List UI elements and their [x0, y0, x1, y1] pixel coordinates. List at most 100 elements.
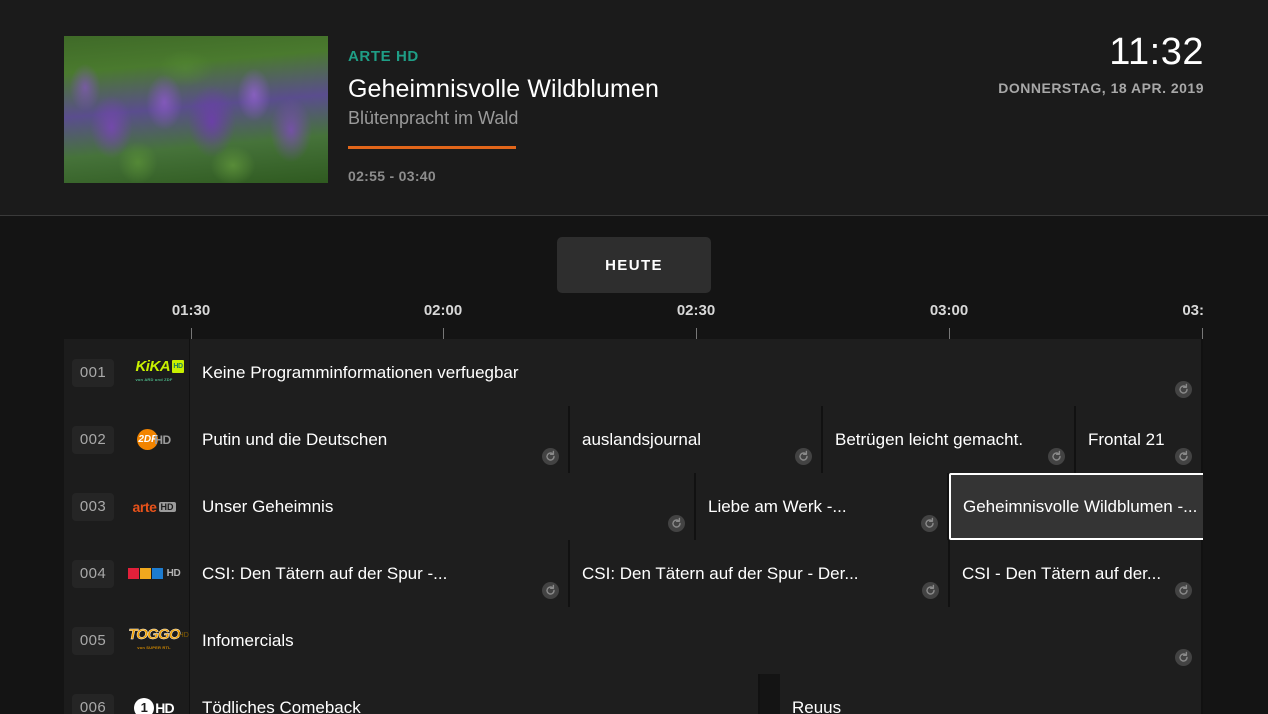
replay-icon[interactable]: [922, 582, 939, 599]
program-cell[interactable]: Putin und die Deutschen: [190, 406, 570, 473]
program-cell-selected[interactable]: Geheimnisvolle Wildblumen -...: [949, 473, 1203, 540]
channel-logo: TOGGO HD von SUPER RTL: [123, 625, 189, 656]
program-cells: CSI: Den Tätern auf der Spur -... CSI: De…: [190, 540, 1203, 607]
program-title: Unser Geheimnis: [202, 496, 334, 516]
channel-row[interactable]: 002 2DF HD Putin und die Deutschen auslandsj…: [64, 406, 1203, 473]
time-ruler: 01:30 02:00 02:30 03:00 03:: [0, 302, 1268, 339]
channel-row[interactable]: 003 arte HD Unser Geheimnis Liebe am Werk -.…: [64, 473, 1203, 540]
time-tick-label: 02:30: [676, 302, 716, 319]
replay-icon[interactable]: [1175, 582, 1192, 599]
program-cell[interactable]: CSI - Den Tätern auf der...: [950, 540, 1203, 607]
channel-cell[interactable]: 001 KiKA HD von ARD und ZDF: [64, 339, 190, 406]
channel-logo: 2DF HD: [123, 425, 185, 455]
program-progress-bar: [348, 146, 684, 149]
channel-logo-kika: KiKA HD von ARD und ZDF: [135, 357, 184, 382]
channel-cell[interactable]: 004 HD: [64, 540, 190, 607]
timeline-bar: HEUTE 01:30 02:00 02:30 03:00 03:: [0, 216, 1268, 339]
header-subtitle: Blütenpracht im Wald: [348, 108, 519, 128]
program-progress-fill: [348, 146, 516, 149]
program-title: Tödliches Comeback: [202, 697, 361, 714]
program-title: Infomercials: [202, 630, 294, 650]
channel-logo: KiKA HD von ARD und ZDF: [123, 358, 185, 388]
channel-logo-arte: arte HD: [132, 498, 176, 515]
time-tick-mark: [191, 328, 192, 339]
replay-icon[interactable]: [1175, 381, 1192, 398]
header-time-range: 02:55 - 03:40: [348, 168, 436, 184]
program-title: CSI: Den Tätern auf der Spur - Der...: [582, 563, 859, 583]
program-info: ARTE HD Geheimnisvolle Wildblumen Blüten…: [348, 48, 684, 184]
time-tick-label: 03:00: [929, 302, 969, 319]
channel-number: 003: [72, 492, 114, 521]
channel-logo-das-erste: 1 HD: [134, 697, 175, 714]
channel-logo-toggo: TOGGO HD von SUPER RTL: [128, 625, 189, 650]
channel-row[interactable]: 004 HD CSI: Den Tätern auf der Spur -... CS…: [64, 540, 1203, 607]
channel-logo-rtl: HD: [127, 568, 181, 579]
channel-row[interactable]: 006 1 HD Tödliches Comeback Reuus: [64, 674, 1203, 714]
epg-grid[interactable]: 001 KiKA HD von ARD und ZDF Keine Programmin…: [64, 339, 1203, 714]
channel-number: 004: [72, 559, 114, 588]
time-tick-label: 03:: [1182, 302, 1204, 319]
channel-row[interactable]: 001 KiKA HD von ARD und ZDF Keine Programmin…: [64, 339, 1203, 406]
time-tick-mark: [1202, 328, 1203, 339]
program-cell[interactable]: CSI: Den Tätern auf der Spur -...: [190, 540, 570, 607]
channel-cell[interactable]: 002 2DF HD: [64, 406, 190, 473]
replay-icon[interactable]: [1048, 448, 1065, 465]
clock-date: DONNERSTAG, 18 APR. 2019: [998, 80, 1204, 96]
program-cell[interactable]: auslandsjournal: [570, 406, 823, 473]
clock-area: 11:32 DONNERSTAG, 18 APR. 2019: [998, 31, 1204, 96]
replay-icon[interactable]: [1175, 649, 1192, 666]
program-header: ARTE HD Geheimnisvolle Wildblumen Blüten…: [0, 0, 1268, 216]
program-cells: Keine Programminformationen verfuegbar: [190, 339, 1203, 406]
page-title: Geheimnisvolle Wildblumen: [348, 75, 659, 103]
clock-time: 11:32: [1109, 31, 1204, 73]
replay-icon[interactable]: [921, 515, 938, 532]
program-cells: Tödliches Comeback Reuus: [190, 674, 1203, 714]
replay-icon[interactable]: [795, 448, 812, 465]
today-button[interactable]: HEUTE: [557, 237, 711, 293]
channel-cell[interactable]: 006 1 HD: [64, 674, 190, 714]
program-title: Reuus: [792, 697, 842, 714]
time-tick-label: 02:00: [423, 302, 463, 319]
program-cells: Infomercials: [190, 607, 1203, 674]
replay-icon[interactable]: [1175, 448, 1192, 465]
program-title: CSI: Den Tätern auf der Spur -...: [202, 563, 448, 583]
program-title: Betrügen leicht gemacht.: [835, 429, 1024, 449]
channel-logo-zdf: 2DF HD: [137, 429, 171, 450]
channel-cell[interactable]: 005 TOGGO HD von SUPER RTL: [64, 607, 190, 674]
program-cells: Unser Geheimnis Liebe am Werk -... Geheimn…: [190, 473, 1203, 540]
replay-icon[interactable]: [542, 582, 559, 599]
program-cell[interactable]: CSI: Den Tätern auf der Spur - Der...: [570, 540, 950, 607]
time-tick-mark: [443, 328, 444, 339]
program-title: CSI - Den Tätern auf der...: [962, 563, 1162, 583]
program-cell[interactable]: Frontal 21: [1076, 406, 1203, 473]
channel-cell[interactable]: 003 arte HD: [64, 473, 190, 540]
program-title: Putin und die Deutschen: [202, 429, 388, 449]
program-cell[interactable]: Reuus: [780, 674, 1203, 714]
channel-number: 006: [72, 693, 114, 714]
channel-logo: arte HD: [123, 492, 185, 522]
program-title: auslandsjournal: [582, 429, 702, 449]
channel-number: 002: [72, 425, 114, 454]
replay-icon[interactable]: [542, 448, 559, 465]
time-tick-mark: [949, 328, 950, 339]
program-title: Frontal 21: [1088, 429, 1165, 449]
program-title: Geheimnisvolle Wildblumen -...: [963, 496, 1198, 516]
header-channel-name: ARTE HD: [348, 48, 419, 65]
channel-logo: HD: [123, 559, 185, 589]
channel-number: 001: [72, 358, 114, 387]
channel-number: 005: [72, 626, 114, 655]
program-cell[interactable]: Infomercials: [190, 607, 1203, 674]
program-cell[interactable]: Keine Programminformationen verfuegbar: [190, 339, 1203, 406]
program-cell[interactable]: Tödliches Comeback: [190, 674, 760, 714]
channel-row[interactable]: 005 TOGGO HD von SUPER RTL Infomercials: [64, 607, 1203, 674]
program-thumbnail: [64, 36, 328, 183]
time-tick-mark: [696, 328, 697, 339]
program-title: Keine Programminformationen verfuegbar: [202, 362, 519, 382]
program-cell[interactable]: Liebe am Werk -...: [696, 473, 949, 540]
channel-logo: 1 HD: [123, 693, 185, 714]
program-cell[interactable]: Unser Geheimnis: [190, 473, 696, 540]
program-title: Liebe am Werk -...: [708, 496, 847, 516]
program-cell[interactable]: Betrügen leicht gemacht.: [823, 406, 1076, 473]
replay-icon[interactable]: [668, 515, 685, 532]
time-tick-label: 01:30: [171, 302, 211, 319]
